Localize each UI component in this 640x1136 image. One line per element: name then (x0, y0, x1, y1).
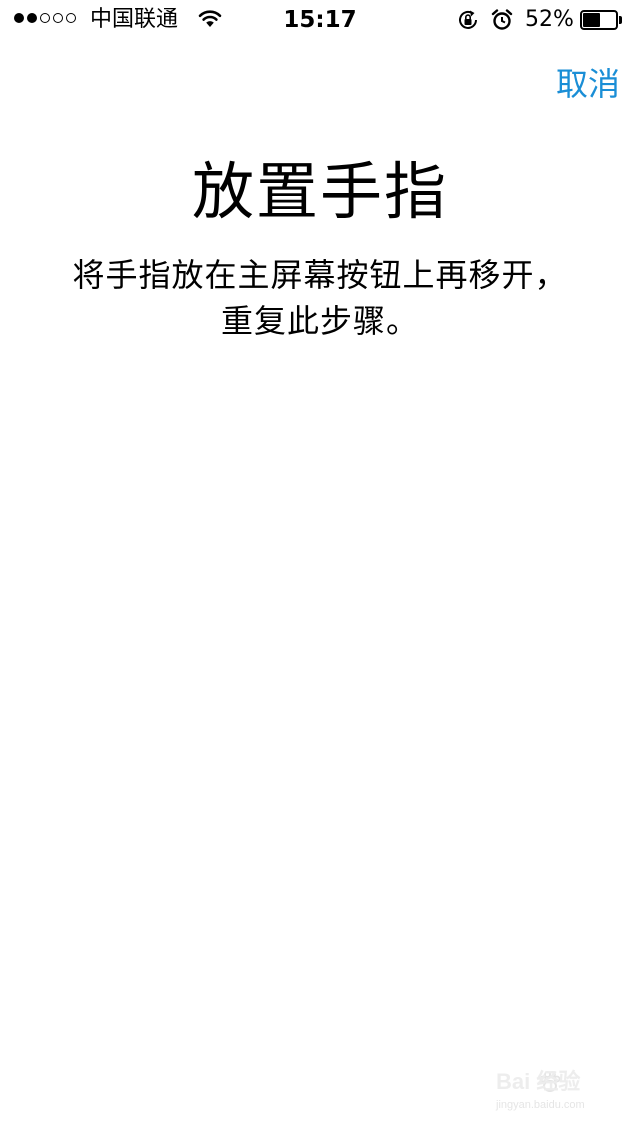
baidu-jingyan-watermark: Bai 经验 jingyan.baidu.com (496, 1068, 606, 1116)
watermark-logo-text: Bai 经验 (496, 1069, 581, 1094)
battery-level-fill (583, 13, 600, 27)
cancel-button[interactable]: 取消 (556, 64, 620, 104)
battery-icon (580, 10, 624, 30)
page-title: 放置手指 (191, 155, 448, 228)
rotation-lock-icon (459, 10, 477, 29)
battery-percentage: 52% (525, 7, 574, 32)
watermark-url: jingyan.baidu.com (496, 1099, 585, 1111)
instruction-text: 将手指放在主屏幕按钮上再移开，重复此步骤。 (72, 256, 568, 340)
status-bar: 中国联通 15:17 52% (0, 0, 640, 40)
alarm-icon (491, 9, 513, 30)
battery-cap (619, 16, 622, 24)
